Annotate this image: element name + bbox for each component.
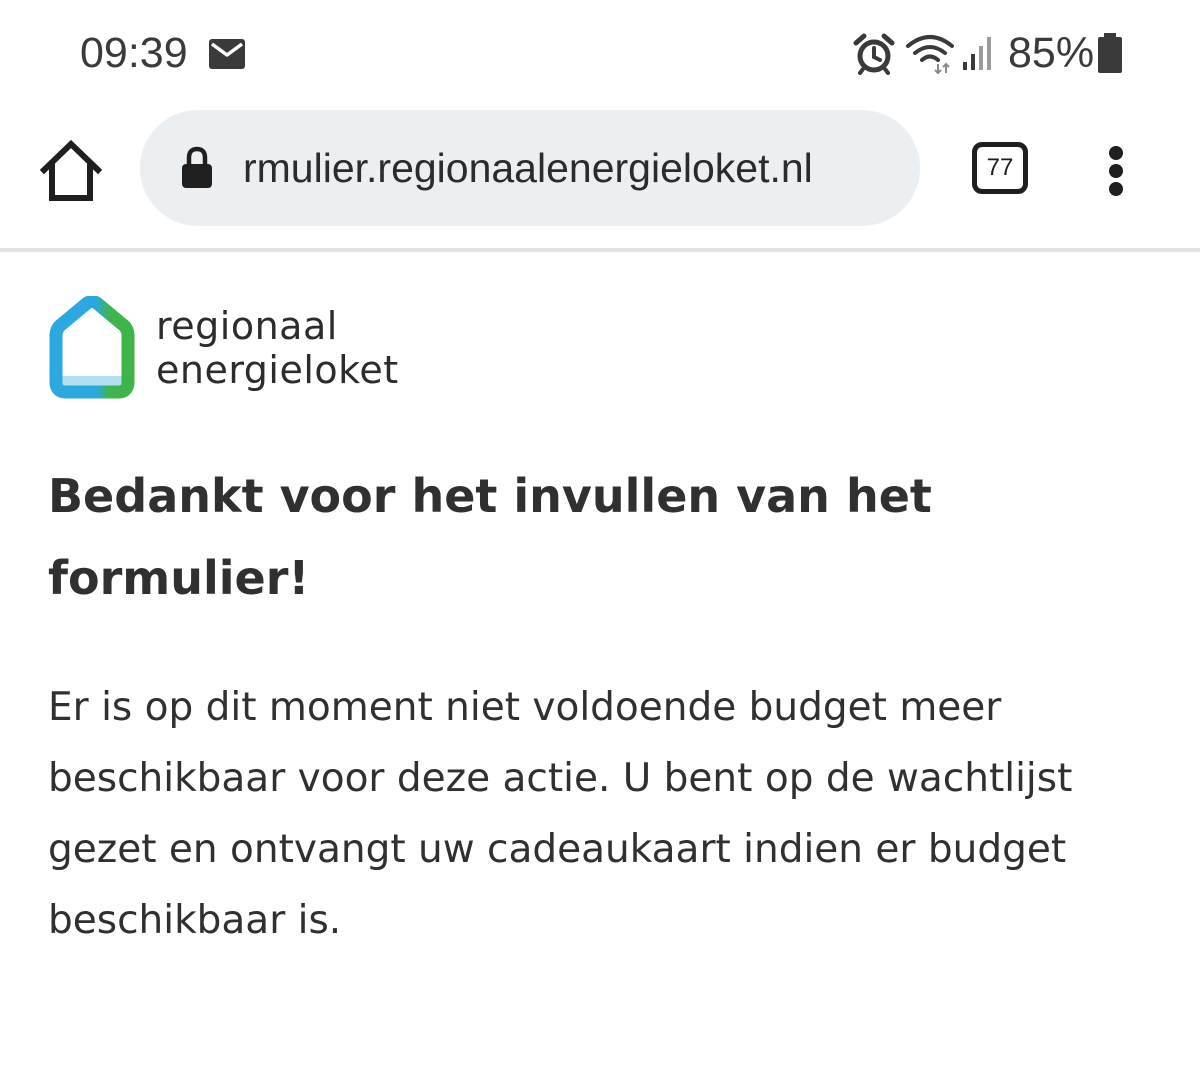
status-time: 09:39 <box>80 29 188 77</box>
home-icon[interactable] <box>36 138 106 204</box>
site-logo[interactable]: regionaal energieloket <box>46 296 426 406</box>
waitlist-message: Er is op dit moment niet voldoende budge… <box>48 685 1073 943</box>
browser-toolbar: rmulier.regionaalenergieloket.nl 77 <box>0 108 1200 248</box>
alarm-icon <box>853 33 895 75</box>
page-title: Bedankt voor het invullen van het formul… <box>48 469 932 605</box>
house-logo-icon <box>49 296 135 399</box>
mail-icon <box>209 39 245 69</box>
status-bar: 09:39 85% <box>0 0 1200 108</box>
signal-icon <box>963 37 991 70</box>
url-text: rmulier.regionaalenergieloket.nl <box>243 145 813 191</box>
toolbar-divider <box>0 248 1200 252</box>
menu-icon[interactable] <box>1100 140 1136 200</box>
wifi-icon <box>906 35 954 74</box>
battery-percentage: 85% <box>1008 29 1095 77</box>
logo-text-line1: regionaal <box>156 304 338 348</box>
battery-icon <box>1098 33 1122 73</box>
lock-icon <box>182 146 212 188</box>
logo-text-line2: energieloket <box>156 348 399 392</box>
tabs-icon[interactable]: 77 <box>972 142 1028 194</box>
address-bar[interactable]: rmulier.regionaalenergieloket.nl <box>140 110 920 226</box>
